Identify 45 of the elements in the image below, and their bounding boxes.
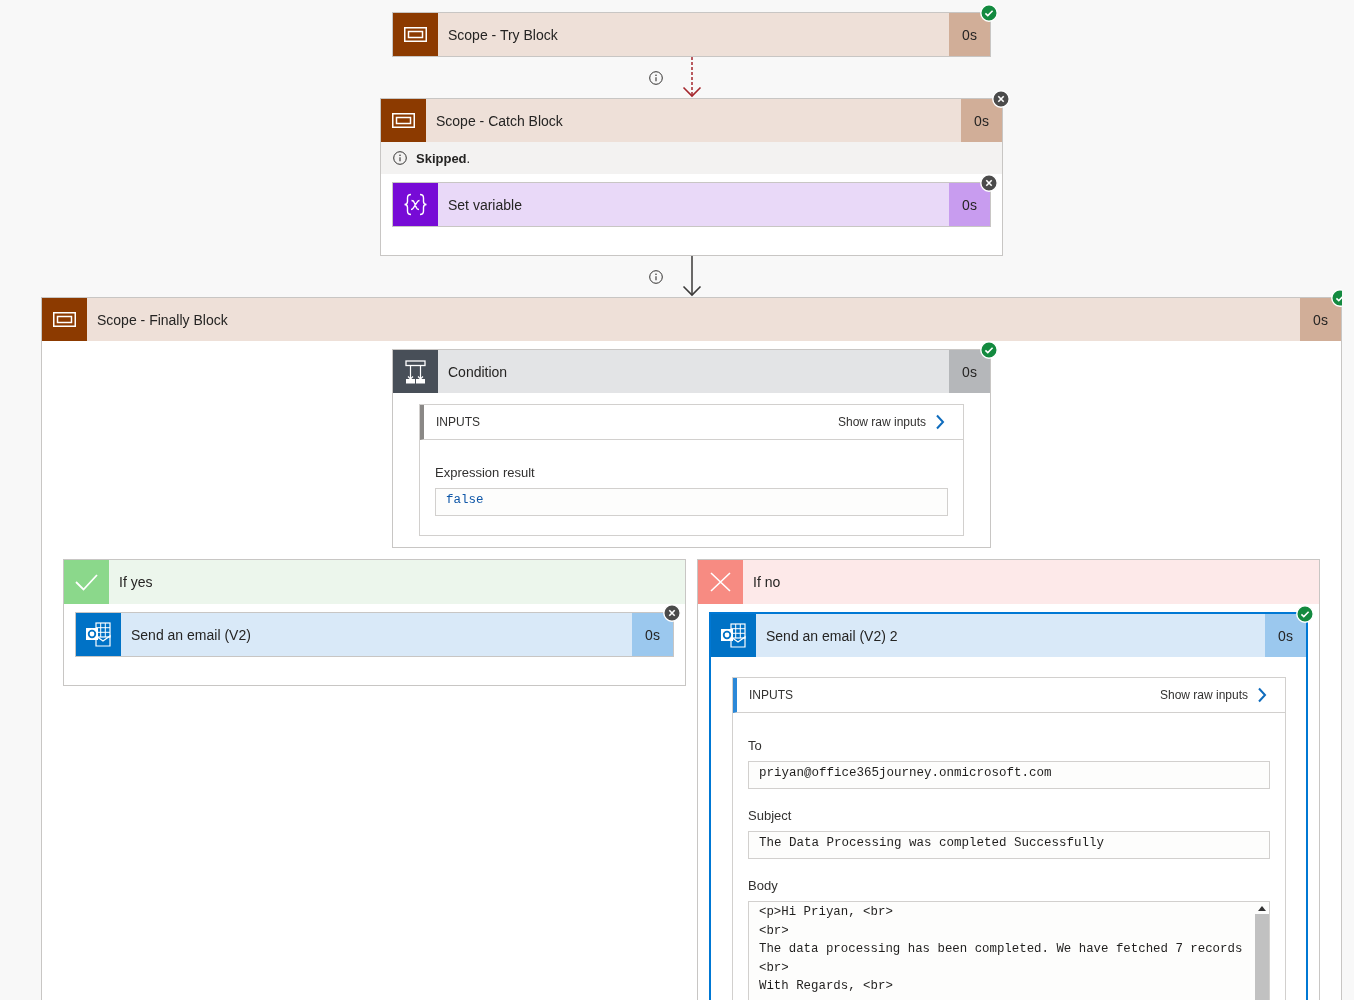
duration-label: 0s [961, 99, 1002, 142]
action-header[interactable]: Scope - Catch Block 0s [381, 99, 1002, 142]
action-title: Scope - Try Block [448, 26, 558, 43]
branch-header[interactable]: If yes [64, 560, 685, 604]
action-title: Scope - Catch Block [436, 112, 563, 129]
action-header[interactable]: Set variable 0s [393, 183, 990, 226]
show-raw-inputs-link[interactable]: Show raw inputs [837, 414, 945, 430]
input-field[interactable]: The Data Processing was completed Successfully [748, 831, 1270, 859]
branch-title: If no [753, 574, 781, 590]
duration-label: 0s [949, 350, 990, 393]
info-icon [393, 151, 407, 165]
info-icon[interactable] [648, 269, 663, 284]
duration-label: 0s [1300, 298, 1341, 341]
action-title: Condition [448, 363, 508, 380]
notice-text: Skipped. [416, 150, 471, 166]
scrollbar-thumb[interactable] [1255, 914, 1269, 1000]
panel-heading: INPUTS [436, 415, 480, 429]
chevron-right-icon[interactable] [935, 414, 945, 430]
panel-heading: INPUTS [749, 688, 793, 702]
branch-header[interactable]: If no [698, 560, 1319, 604]
duration-label: 0s [949, 13, 990, 56]
action-header[interactable]: Send an email (V2) 0s [76, 613, 673, 656]
action-header[interactable]: Send an email (V2) 2 0s [711, 614, 1306, 657]
duration-label: 0s [632, 613, 673, 656]
action-title: Send an email (V2) 2 [766, 627, 898, 644]
text-area[interactable]: <p>Hi Priyan, <br> <br> The data processing has been completed. We have fetched 7 records <br> With Regards, <br> [748, 901, 1270, 1000]
action-header[interactable]: Condition 0s [393, 350, 990, 393]
field-label: Body [748, 877, 779, 894]
duration-label: 0s [1265, 614, 1306, 657]
scroll-up-icon[interactable] [1258, 906, 1266, 911]
info-icon[interactable] [648, 70, 663, 85]
action-title: Set variable [448, 196, 522, 213]
duration-label: 0s [949, 183, 990, 226]
input-field[interactable]: false [435, 488, 948, 516]
show-raw-inputs-link[interactable]: Show raw inputs [1159, 687, 1267, 703]
action-header[interactable]: Scope - Try Block 0s [393, 13, 990, 56]
action-title: Send an email (V2) [131, 626, 251, 643]
action-header[interactable]: Scope - Finally Block 0s [42, 298, 1341, 341]
chevron-right-icon[interactable] [1257, 687, 1267, 703]
input-field[interactable]: priyan@office365journey.onmicrosoft.com [748, 761, 1270, 789]
field-label: Subject [748, 807, 793, 824]
field-label: Expression result [435, 464, 536, 481]
branch-title: If yes [119, 574, 153, 590]
field-label: To [748, 737, 763, 754]
action-title: Scope - Finally Block [97, 311, 228, 328]
